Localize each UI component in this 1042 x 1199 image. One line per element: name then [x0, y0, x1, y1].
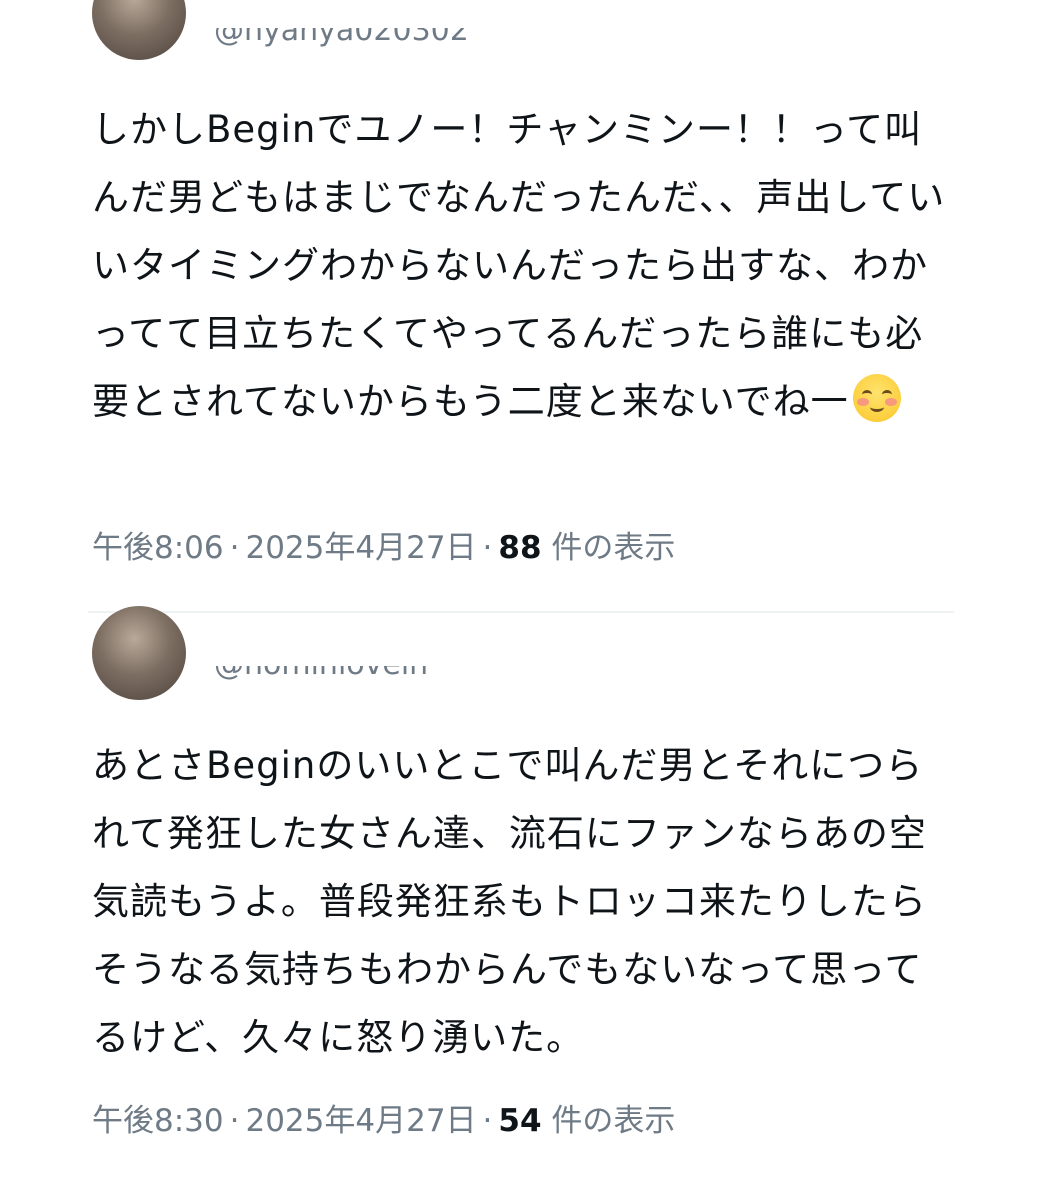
views-count[interactable]: 54 — [498, 1103, 541, 1139]
separator: · — [482, 530, 493, 566]
separator: · — [229, 530, 240, 566]
views-label: 件の表示 — [551, 530, 676, 566]
tweet-date[interactable]: 2025年4月27日 — [245, 530, 476, 566]
views-label: 件の表示 — [551, 1103, 676, 1139]
views-count[interactable]: 88 — [498, 530, 541, 566]
separator: · — [482, 1103, 493, 1139]
user-handle[interactable]: @hominlovein — [214, 666, 428, 690]
divider — [88, 611, 954, 613]
tweet-date[interactable]: 2025年4月27日 — [245, 1103, 476, 1139]
tweet-meta: 午後8:30 · 2025年4月27日 · 54 件の表示 — [92, 1095, 675, 1140]
user-handle[interactable]: @nyanya020302 — [214, 28, 469, 50]
tweet-text: しかしBeginでユノー！チャンミンー！！って叫んだ男どもはまじでなんだったんだ… — [92, 108, 946, 423]
separator: · — [229, 1103, 240, 1139]
tweet-text: あとさBeginのいいとこで叫んだ男とそれにつられて発狂した女さん達、流石にファ… — [92, 744, 927, 1059]
smiling-face-icon — [852, 374, 901, 422]
avatar[interactable] — [92, 606, 186, 700]
tweet-meta: 午後8:06 · 2025年4月27日 · 88 件の表示 — [92, 522, 675, 567]
tweet-time[interactable]: 午後8:06 — [92, 530, 224, 566]
tweet-time[interactable]: 午後8:30 — [92, 1103, 224, 1139]
avatar[interactable] — [92, 0, 186, 60]
